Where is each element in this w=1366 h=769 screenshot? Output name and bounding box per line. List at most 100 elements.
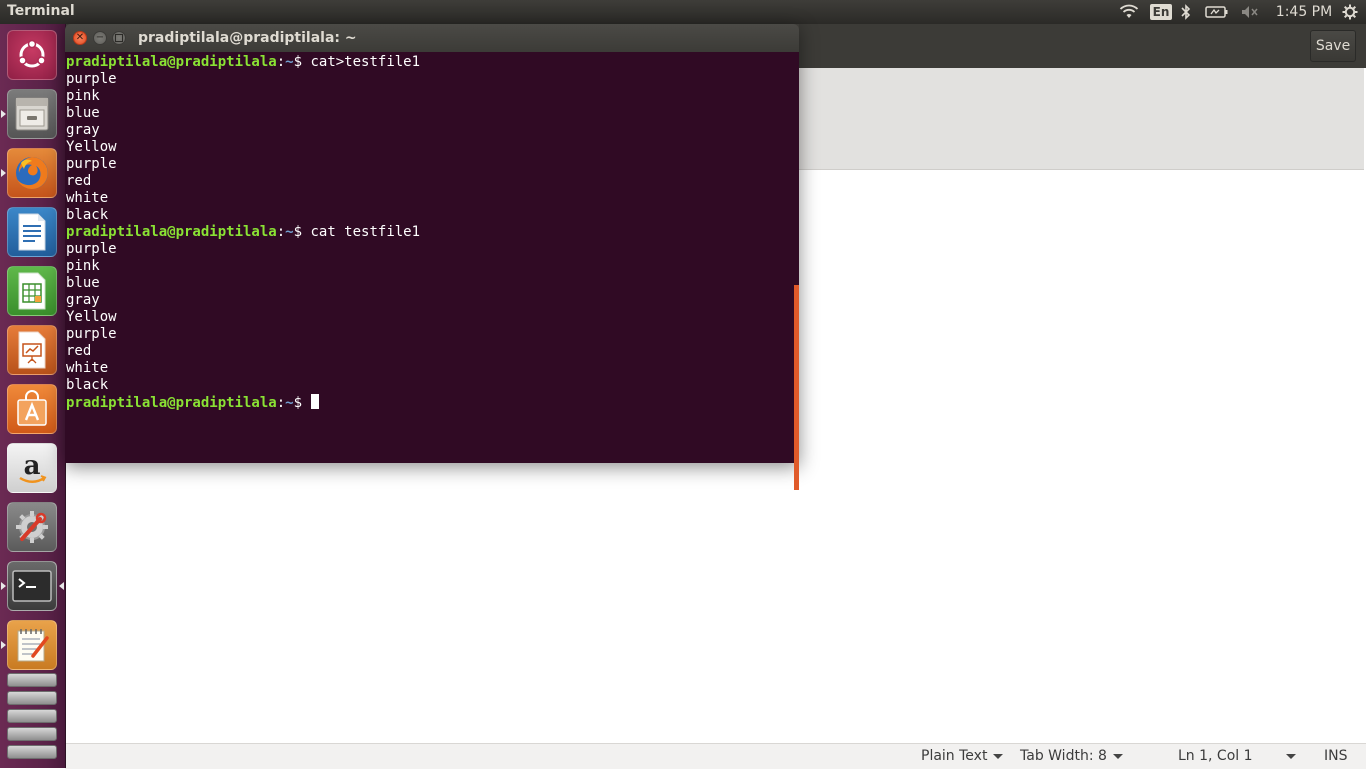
tab-width-label: Tab Width: 8 [1020, 748, 1107, 764]
terminal-icon [12, 570, 52, 602]
language-selector[interactable]: Plain Text [921, 748, 1004, 764]
workspace-stack-icon [7, 673, 57, 687]
output-line: purple [66, 241, 117, 257]
prompt-line: pradiptilala@pradiptilala:~$ cat testfil… [66, 224, 420, 241]
output-line: Yellow [66, 309, 117, 325]
output-line: red [66, 343, 92, 359]
wrench-gear-icon [16, 511, 48, 543]
terminal-lines: pradiptilala@pradiptilala:~$ cat>testfil… [66, 54, 420, 411]
minimize-icon: − [95, 32, 105, 43]
output-line: white [66, 190, 109, 206]
command-text: cat>testfile1 [302, 54, 421, 70]
wifi-icon[interactable] [1117, 0, 1141, 24]
prompt-user-host: pradiptilala@pradiptilala [66, 54, 277, 70]
launcher-item-libreoffice-impress[interactable] [7, 325, 57, 375]
launcher-item-libreoffice-calc[interactable] [7, 266, 57, 316]
launcher-item-terminal[interactable] [7, 561, 57, 611]
launcher-item-libreoffice-writer[interactable] [7, 207, 57, 257]
prompt-symbol: $ [293, 224, 303, 240]
workspace-stack-icon [7, 745, 57, 759]
active-app-title: Terminal [7, 3, 75, 19]
focused-indicator [59, 582, 64, 590]
output-line: purple [66, 71, 117, 87]
scrollbar-thumb[interactable] [794, 285, 799, 490]
output-line: blue [66, 275, 100, 291]
running-indicator [1, 169, 6, 177]
output-line: black [66, 207, 109, 223]
tab-width-selector[interactable]: Tab Width: 8 [1020, 748, 1123, 764]
running-indicator [1, 110, 6, 118]
command-text [302, 395, 310, 411]
output-line: pink [66, 88, 100, 104]
terminal-titlebar[interactable]: ✕ − pradiptilala@pradiptilala: ~ [65, 24, 799, 52]
window-title: pradiptilala@pradiptilala: ~ [138, 30, 357, 46]
output-line: gray [66, 122, 100, 138]
keyboard-layout-label: En [1149, 4, 1173, 20]
close-button[interactable]: ✕ [73, 31, 87, 45]
output-line: purple [66, 156, 117, 172]
save-button[interactable]: Save [1310, 30, 1356, 62]
chevron-down-icon [993, 753, 1004, 759]
gear-icon[interactable] [1340, 0, 1360, 24]
maximize-button[interactable] [112, 31, 126, 45]
output-line: blue [66, 105, 100, 121]
firefox-icon [16, 157, 48, 189]
cursor-position-label: Ln 1, Col 1 [1178, 748, 1253, 764]
shopping-bag-icon [17, 390, 47, 426]
text-cursor [311, 394, 320, 409]
launcher-item-files[interactable] [7, 89, 57, 139]
launcher-item-firefox[interactable] [7, 148, 57, 198]
output-line: pink [66, 258, 100, 274]
impress-presentation-icon [18, 331, 46, 369]
output-line: Yellow [66, 139, 117, 155]
launcher-item-system-settings[interactable] [7, 502, 57, 552]
prompt-user-host: pradiptilala@pradiptilala [66, 395, 277, 411]
writer-document-icon [18, 213, 46, 251]
terminal-window: ✕ − pradiptilala@pradiptilala: ~ pradipt… [65, 24, 799, 490]
launcher-item-amazon[interactable]: a [7, 443, 57, 493]
running-indicator [1, 641, 6, 649]
prompt-path: ~ [285, 224, 294, 240]
prompt-user-host: pradiptilala@pradiptilala [66, 224, 277, 240]
prompt-symbol: $ [293, 54, 303, 70]
battery-icon[interactable] [1203, 0, 1231, 24]
dash-home-button[interactable] [7, 30, 57, 80]
calc-spreadsheet-icon [18, 272, 46, 310]
close-icon: ✕ [75, 32, 85, 43]
prompt-path: ~ [285, 54, 294, 70]
bluetooth-icon[interactable] [1178, 0, 1194, 24]
cursor-position-selector[interactable]: Ln 1, Col 1 [1178, 748, 1298, 764]
prompt-separator: : [276, 395, 286, 411]
prompt-line: pradiptilala@pradiptilala:~$ [66, 394, 420, 411]
launcher-item-text-editor[interactable] [7, 620, 57, 670]
gedit-statusbar: Plain Text Tab Width: 8 Ln 1, Col 1 INS [65, 743, 1366, 769]
launcher: a [0, 24, 66, 768]
chevron-down-icon [1286, 754, 1296, 759]
prompt-symbol: $ [293, 395, 303, 411]
maximize-icon [115, 34, 123, 42]
clock[interactable]: 1:45 PM [1272, 0, 1336, 24]
workspace-stack-icon [7, 727, 57, 741]
file-cabinet-icon [15, 97, 49, 131]
amazon-icon: a [19, 451, 47, 483]
workspace-stack-icon [7, 709, 57, 723]
prompt-separator: : [276, 224, 286, 240]
volume-muted-icon[interactable] [1240, 0, 1260, 24]
launcher-item-ubuntu-software-center[interactable] [7, 384, 57, 434]
svg-text:a: a [24, 451, 41, 481]
insert-mode-label: INS [1324, 748, 1348, 764]
command-text: cat testfile1 [302, 224, 421, 240]
prompt-separator: : [276, 54, 286, 70]
output-line: red [66, 173, 92, 189]
keyboard-layout-indicator[interactable]: En [1149, 0, 1173, 24]
output-line: black [66, 377, 109, 393]
ubuntu-logo-icon [18, 39, 46, 68]
top-panel: Terminal En 1:45 PM [0, 0, 1366, 24]
terminal-output[interactable]: pradiptilala@pradiptilala:~$ cat>testfil… [65, 52, 799, 490]
minimize-button[interactable]: − [93, 31, 107, 45]
notepad-icon [17, 629, 49, 662]
output-line: purple [66, 326, 117, 342]
launcher-item-workspace-switcher[interactable] [0, 669, 65, 768]
language-label: Plain Text [921, 748, 988, 764]
insert-mode-indicator: INS [1324, 748, 1348, 764]
